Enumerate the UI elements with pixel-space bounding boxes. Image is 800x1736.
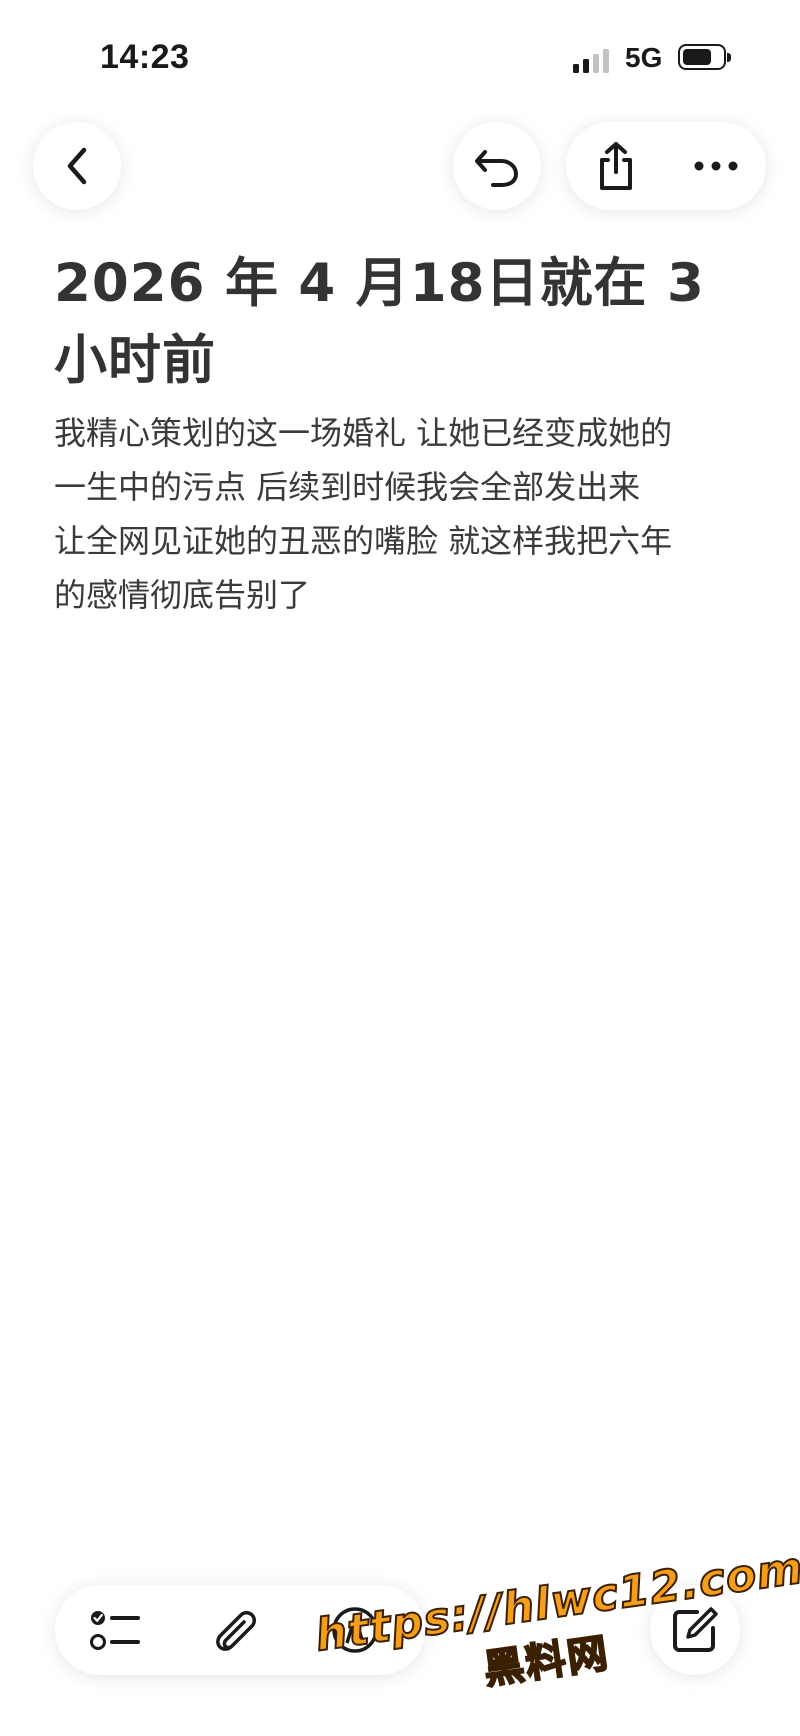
note-body-line: 让全网见证她的丑恶的嘴脸 就这样我把六年 xyxy=(54,522,673,560)
compose-button[interactable] xyxy=(650,1585,740,1675)
note-title[interactable]: 2026 年 4 月18日就在 3 小时前 xyxy=(54,245,754,399)
notes-screen: 14:23 5G 2026 年 4 月18日就在 3 小时前 我精心策划的这一场… xyxy=(0,0,800,1736)
chevron-left-icon xyxy=(67,147,87,185)
note-body-line: 我精心策划的这一场婚礼 让她已经变成她的 xyxy=(54,414,673,452)
undo-button[interactable] xyxy=(453,122,541,210)
attach-button[interactable] xyxy=(180,1585,290,1675)
ellipsis-icon xyxy=(694,161,738,171)
back-button[interactable] xyxy=(33,122,121,210)
more-button[interactable] xyxy=(666,122,766,210)
note-body-line: 一生中的污点 后续到时候我会全部发出来 xyxy=(54,468,641,506)
checklist-button[interactable] xyxy=(60,1585,170,1675)
compose-icon xyxy=(673,1607,718,1652)
network-type: 5G xyxy=(625,42,663,73)
paperclip-icon xyxy=(216,1611,256,1651)
checklist-icon xyxy=(90,1611,140,1650)
bottom-toolbar xyxy=(55,1585,425,1675)
markup-pen-icon xyxy=(332,1607,378,1653)
share-icon xyxy=(600,142,632,190)
cellular-signal-icon xyxy=(573,47,613,73)
battery-icon xyxy=(678,44,731,70)
note-actions-group xyxy=(566,122,766,210)
share-button[interactable] xyxy=(566,122,666,210)
battery-level xyxy=(683,49,711,65)
note-body-line: 的感情彻底告别了 xyxy=(54,576,311,614)
note-body[interactable]: 我精心策划的这一场婚礼 让她已经变成她的 一生中的污点 后续到时候我会全部发出来… xyxy=(54,406,754,622)
markup-button[interactable] xyxy=(300,1585,410,1675)
status-time: 14:23 xyxy=(100,38,190,76)
undo-icon xyxy=(475,150,518,187)
